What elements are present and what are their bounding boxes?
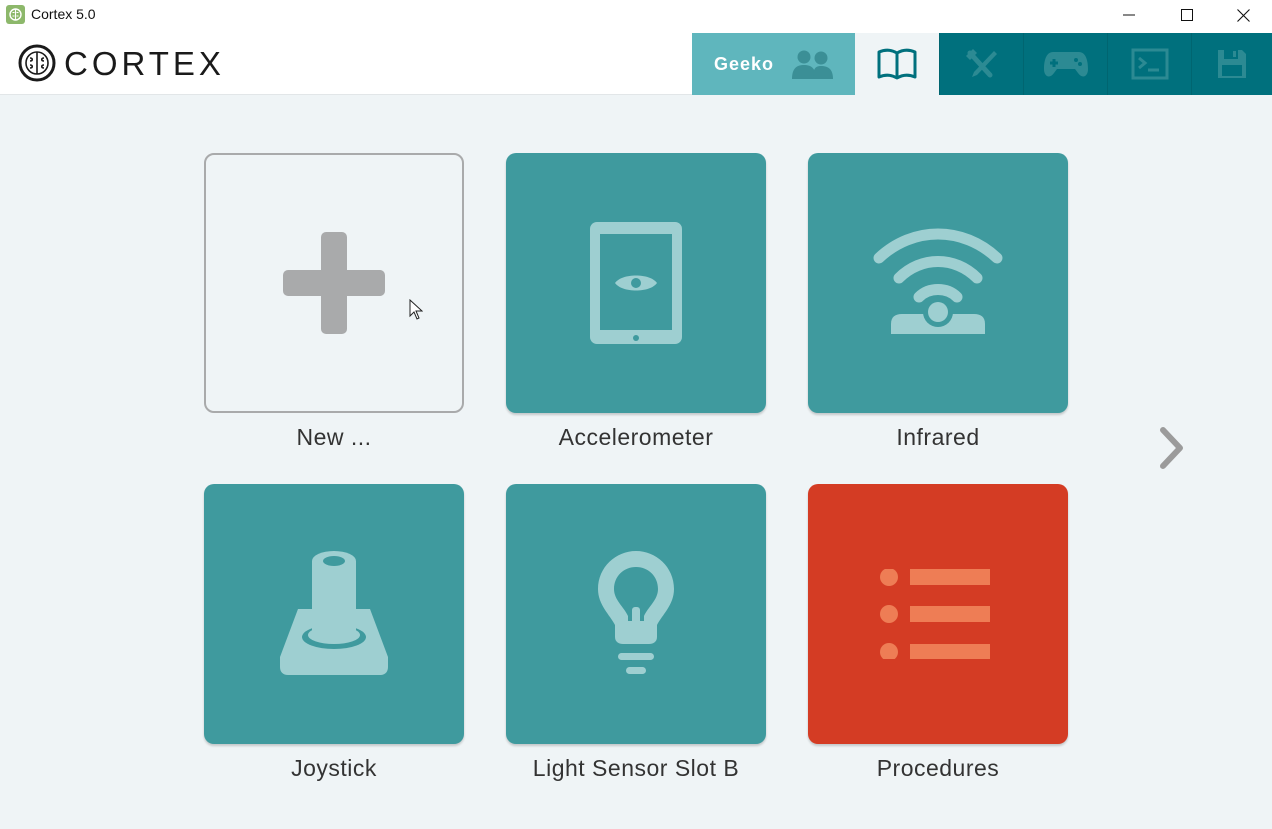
tile-new[interactable] (204, 153, 464, 413)
tile-new-label: New ... (296, 424, 372, 450)
maximize-button[interactable] (1158, 0, 1216, 30)
joystick-icon (280, 551, 388, 675)
floppy-icon (1218, 50, 1246, 78)
tile-procedures-label: Procedures (876, 755, 1000, 781)
cortex-logo: CORTEX (18, 44, 225, 82)
gamepad-icon (1043, 52, 1088, 77)
minimize-icon (1123, 14, 1135, 16)
nav-save[interactable] (1191, 33, 1272, 95)
tile-joystick[interactable] (204, 484, 464, 744)
tile-light-sensor-slot-b[interactable] (506, 484, 766, 744)
tile-accelerometer[interactable] (506, 153, 766, 413)
logo-text: CORTEX (64, 44, 225, 82)
window-titlebar: Cortex 5.0 (0, 0, 1272, 30)
tile-accelerometer-label: Accelerometer (558, 424, 714, 450)
lightbulb-icon (598, 551, 674, 674)
tools-icon (965, 49, 997, 78)
nav-gamepad[interactable] (1023, 33, 1107, 95)
users-icon (792, 50, 833, 79)
brain-icon (6, 5, 25, 24)
close-icon (1236, 8, 1250, 22)
nav-tools[interactable] (939, 33, 1023, 95)
tile-joystick-label: Joystick (291, 755, 377, 781)
tile-procedures[interactable] (808, 484, 1068, 744)
list-icon (880, 569, 990, 659)
close-button[interactable] (1214, 0, 1272, 30)
nav-terminal[interactable] (1107, 33, 1191, 95)
nav-user-profiles[interactable]: Geeko (692, 33, 855, 95)
minimize-button[interactable] (1100, 0, 1158, 30)
tile-infrared-label: Infrared (896, 424, 980, 450)
nav-book[interactable] (855, 33, 939, 95)
window-title: Cortex 5.0 (31, 6, 96, 22)
brain-logo-icon (18, 44, 56, 82)
tile-light-sensor-slot-b-label: Light Sensor Slot B (532, 755, 740, 781)
next-page-button[interactable] (1150, 420, 1194, 476)
app-header: CORTEX Geeko (0, 30, 1272, 95)
tile-infrared[interactable] (808, 153, 1068, 413)
infrared-icon (873, 228, 1003, 334)
plus-icon (283, 232, 385, 334)
terminal-icon (1131, 48, 1168, 80)
user-name-label: Geeko (714, 53, 775, 74)
mouse-cursor-icon (409, 299, 423, 320)
chevron-right-icon (1160, 427, 1183, 469)
book-icon (877, 48, 917, 80)
maximize-icon (1181, 9, 1193, 21)
tablet-eye-icon (590, 222, 682, 344)
